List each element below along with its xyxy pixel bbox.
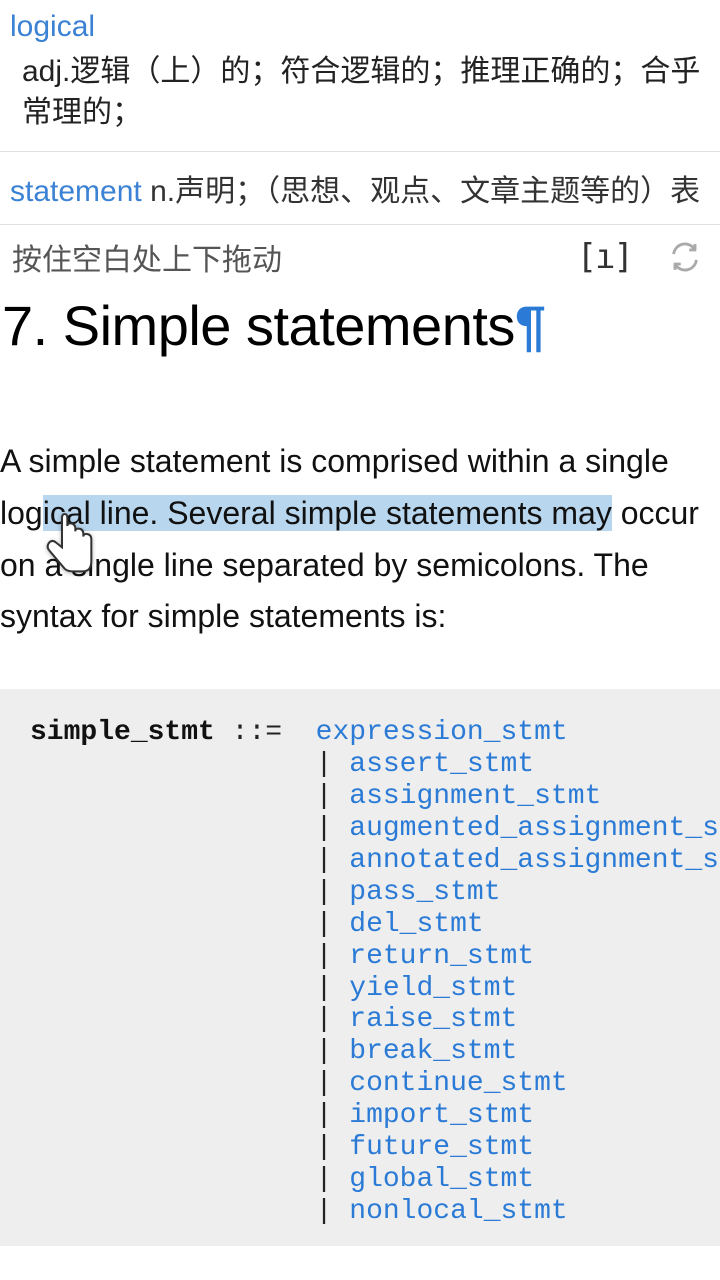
grammar-lhs: simple_stmt bbox=[30, 717, 215, 748]
grammar-item[interactable]: continue_stmt bbox=[349, 1068, 567, 1099]
intro-paragraph[interactable]: A simple statement is comprised within a… bbox=[0, 358, 720, 643]
grammar-item[interactable]: pass_stmt bbox=[349, 877, 500, 908]
grammar-item[interactable]: del_stmt bbox=[349, 909, 483, 940]
grammar-item[interactable]: assignment_stmt bbox=[349, 781, 601, 812]
grammar-item[interactable]: expression_stmt bbox=[316, 717, 568, 748]
grammar-item[interactable]: yield_stmt bbox=[349, 973, 517, 1004]
drag-toolbar[interactable]: 按住空白处上下拖动 [ı] bbox=[0, 225, 720, 289]
grammar-item[interactable]: global_stmt bbox=[349, 1164, 534, 1195]
dict-word-logical[interactable]: logical bbox=[10, 10, 710, 44]
dict-def-logical: adj.逻辑（上）的；符合逻辑的；推理正确的；合乎常理的； bbox=[10, 44, 710, 143]
grammar-item[interactable]: future_stmt bbox=[349, 1132, 534, 1163]
pilcrow-icon[interactable]: ¶ bbox=[515, 294, 546, 357]
drag-hint: 按住空白处上下拖动 bbox=[12, 235, 282, 279]
dict-def-statement: n.声明；（思想、观点、文章主题等的）表 bbox=[142, 175, 700, 208]
refresh-icon[interactable] bbox=[668, 240, 702, 274]
grammar-item[interactable]: assert_stmt bbox=[349, 749, 534, 780]
heading-number: 7. bbox=[2, 294, 63, 357]
grammar-item[interactable]: augmented_assignment_stmt bbox=[349, 813, 720, 844]
grammar-item[interactable]: raise_stmt bbox=[349, 1004, 517, 1035]
grammar-code-block[interactable]: simple_stmt ::= expression_stmt | assert… bbox=[0, 689, 720, 1246]
para-highlight-rest: line. Several simple statements may bbox=[91, 495, 612, 531]
grammar-item[interactable]: import_stmt bbox=[349, 1100, 534, 1131]
dictionary-panel: logical adj.逻辑（上）的；符合逻辑的；推理正确的；合乎常理的； bbox=[0, 0, 720, 151]
grammar-item[interactable]: nonlocal_stmt bbox=[349, 1196, 567, 1227]
grammar-item[interactable]: break_stmt bbox=[349, 1036, 517, 1067]
dict-row-statement[interactable]: statement n.声明；（思想、观点、文章主题等的）表 bbox=[0, 152, 720, 224]
heading-text: Simple statements bbox=[63, 294, 515, 357]
dict-word-statement: statement bbox=[10, 175, 142, 208]
grammar-op: ::= bbox=[215, 717, 316, 748]
grammar-item[interactable]: return_stmt bbox=[349, 941, 534, 972]
selection-highlight: ical line. Several simple statements may bbox=[43, 495, 612, 531]
bracket-icon[interactable]: [ı] bbox=[577, 237, 632, 277]
grammar-item[interactable]: annotated_assignment_stmt bbox=[349, 845, 720, 876]
page-heading: 7. Simple statements¶ bbox=[0, 289, 720, 358]
